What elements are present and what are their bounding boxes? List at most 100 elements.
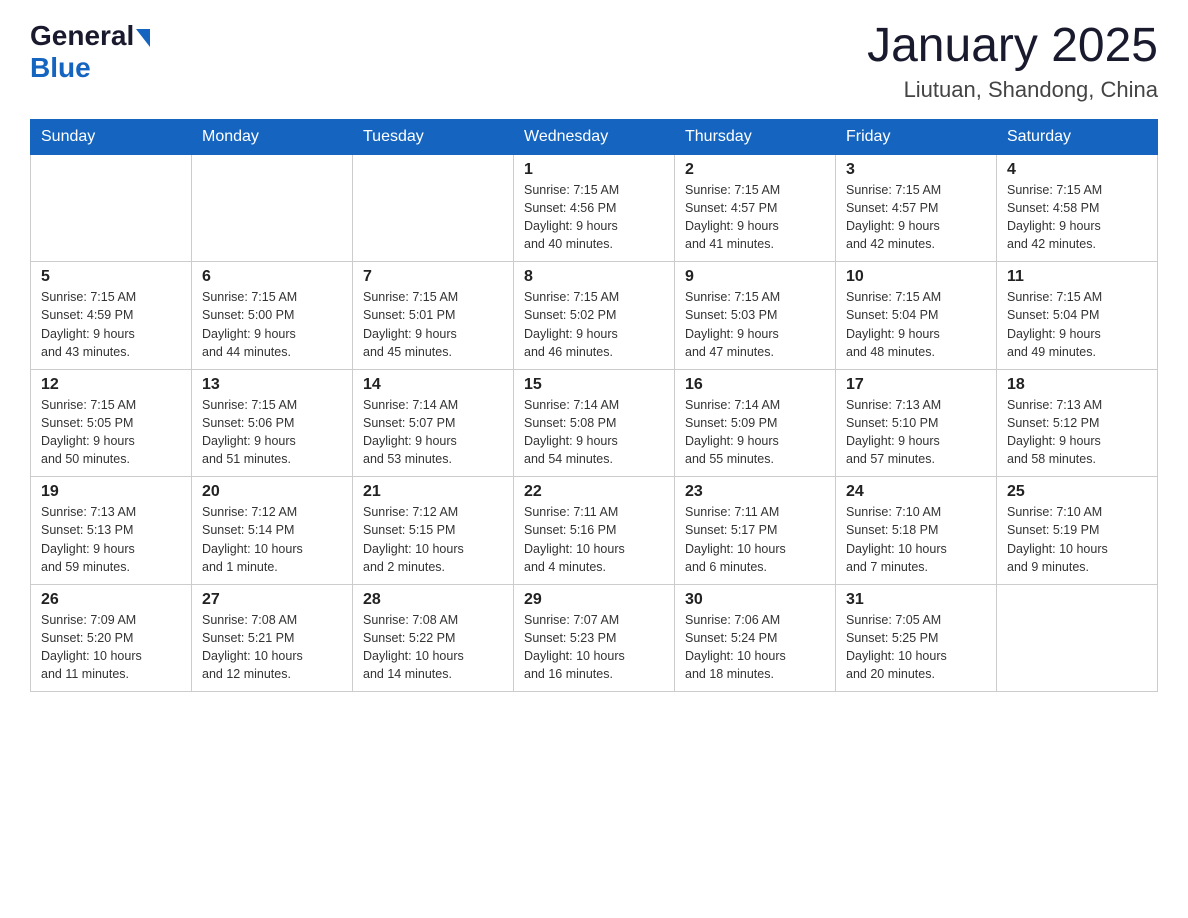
header-thursday: Thursday xyxy=(675,119,836,154)
day-cell: 26 Sunrise: 7:09 AMSunset: 5:20 PMDayligh… xyxy=(31,584,192,692)
day-cell: 16Sunrise: 7:14 AMSunset: 5:09 PMDayligh… xyxy=(675,369,836,477)
day-number: 12 xyxy=(41,376,181,394)
day-info: Sunrise: 7:10 AMSunset: 5:18 PMDaylight:… xyxy=(846,503,986,576)
day-cell: 30 Sunrise: 7:06 AMSunset: 5:24 PMDayligh… xyxy=(675,584,836,692)
day-cell: 12 Sunrise: 7:15 AMSunset: 5:05 PMDayligh… xyxy=(31,369,192,477)
day-cell: 13 Sunrise: 7:15 AMSunset: 5:06 PMDayligh… xyxy=(192,369,353,477)
day-info: Sunrise: 7:15 AMSunset: 4:57 PMDaylight:… xyxy=(846,181,986,254)
title-section: January 2025 Liutuan, Shandong, China xyxy=(867,20,1158,103)
day-cell xyxy=(353,154,514,262)
header-tuesday: Tuesday xyxy=(353,119,514,154)
day-info: Sunrise: 7:15 AMSunset: 5:03 PMDaylight:… xyxy=(685,288,825,361)
day-info: Sunrise: 7:15 AMSunset: 5:02 PMDaylight:… xyxy=(524,288,664,361)
day-cell: 4 Sunrise: 7:15 AMSunset: 4:58 PMDaylight… xyxy=(997,154,1158,262)
day-info: Sunrise: 7:15 AMSunset: 4:58 PMDaylight:… xyxy=(1007,181,1147,254)
day-info: Sunrise: 7:15 AMSunset: 4:57 PMDaylight:… xyxy=(685,181,825,254)
day-cell: 22Sunrise: 7:11 AMSunset: 5:16 PMDayligh… xyxy=(514,477,675,585)
day-cell: 14 Sunrise: 7:14 AMSunset: 5:07 PMDayligh… xyxy=(353,369,514,477)
day-cell: 31 Sunrise: 7:05 AMSunset: 5:25 PMDayligh… xyxy=(836,584,997,692)
day-number: 17 xyxy=(846,376,986,394)
day-cell: 27 Sunrise: 7:08 AMSunset: 5:21 PMDayligh… xyxy=(192,584,353,692)
day-number: 23 xyxy=(685,483,825,501)
day-number: 15 xyxy=(524,376,664,394)
day-cell: 18 Sunrise: 7:13 AMSunset: 5:12 PMDayligh… xyxy=(997,369,1158,477)
week-row-5: 26 Sunrise: 7:09 AMSunset: 5:20 PMDayligh… xyxy=(31,584,1158,692)
page-header: General Blue January 2025 Liutuan, Shand… xyxy=(30,20,1158,103)
month-title: January 2025 xyxy=(867,20,1158,73)
day-number: 22 xyxy=(524,483,664,501)
logo-general-text: General xyxy=(30,20,134,52)
day-info: Sunrise: 7:08 AMSunset: 5:22 PMDaylight:… xyxy=(363,611,503,684)
day-number: 6 xyxy=(202,268,342,286)
header-saturday: Saturday xyxy=(997,119,1158,154)
day-cell: 9 Sunrise: 7:15 AMSunset: 5:03 PMDaylight… xyxy=(675,262,836,370)
day-number: 19 xyxy=(41,483,181,501)
logo-arrow-icon xyxy=(136,29,150,47)
calendar-table: SundayMondayTuesdayWednesdayThursdayFrid… xyxy=(30,119,1158,693)
day-number: 1 xyxy=(524,161,664,179)
day-info: Sunrise: 7:12 AMSunset: 5:14 PMDaylight:… xyxy=(202,503,342,576)
header-friday: Friday xyxy=(836,119,997,154)
day-cell: 11 Sunrise: 7:15 AMSunset: 5:04 PMDayligh… xyxy=(997,262,1158,370)
day-info: Sunrise: 7:15 AMSunset: 5:04 PMDaylight:… xyxy=(846,288,986,361)
day-number: 13 xyxy=(202,376,342,394)
day-info: Sunrise: 7:13 AMSunset: 5:12 PMDaylight:… xyxy=(1007,396,1147,469)
day-number: 3 xyxy=(846,161,986,179)
day-cell: 1 Sunrise: 7:15 AMSunset: 4:56 PMDaylight… xyxy=(514,154,675,262)
day-number: 4 xyxy=(1007,161,1147,179)
day-info: Sunrise: 7:15 AMSunset: 4:59 PMDaylight:… xyxy=(41,288,181,361)
header-sunday: Sunday xyxy=(31,119,192,154)
logo: General Blue xyxy=(30,20,150,84)
day-number: 2 xyxy=(685,161,825,179)
day-cell xyxy=(31,154,192,262)
week-row-2: 5Sunrise: 7:15 AMSunset: 4:59 PMDaylight… xyxy=(31,262,1158,370)
day-info: Sunrise: 7:15 AMSunset: 5:05 PMDaylight:… xyxy=(41,396,181,469)
day-number: 30 xyxy=(685,591,825,609)
day-info: Sunrise: 7:15 AMSunset: 5:00 PMDaylight:… xyxy=(202,288,342,361)
day-cell xyxy=(997,584,1158,692)
day-cell: 28 Sunrise: 7:08 AMSunset: 5:22 PMDayligh… xyxy=(353,584,514,692)
day-number: 11 xyxy=(1007,268,1147,286)
day-number: 31 xyxy=(846,591,986,609)
day-info: Sunrise: 7:15 AMSunset: 5:04 PMDaylight:… xyxy=(1007,288,1147,361)
week-row-4: 19Sunrise: 7:13 AMSunset: 5:13 PMDayligh… xyxy=(31,477,1158,585)
day-cell: 15Sunrise: 7:14 AMSunset: 5:08 PMDayligh… xyxy=(514,369,675,477)
day-cell: 23 Sunrise: 7:11 AMSunset: 5:17 PMDayligh… xyxy=(675,477,836,585)
day-number: 26 xyxy=(41,591,181,609)
day-cell: 2 Sunrise: 7:15 AMSunset: 4:57 PMDaylight… xyxy=(675,154,836,262)
day-number: 8 xyxy=(524,268,664,286)
day-cell: 8 Sunrise: 7:15 AMSunset: 5:02 PMDaylight… xyxy=(514,262,675,370)
day-cell: 7Sunrise: 7:15 AMSunset: 5:01 PMDaylight… xyxy=(353,262,514,370)
day-cell: 24 Sunrise: 7:10 AMSunset: 5:18 PMDayligh… xyxy=(836,477,997,585)
day-info: Sunrise: 7:13 AMSunset: 5:10 PMDaylight:… xyxy=(846,396,986,469)
day-number: 18 xyxy=(1007,376,1147,394)
day-info: Sunrise: 7:12 AMSunset: 5:15 PMDaylight:… xyxy=(363,503,503,576)
day-number: 27 xyxy=(202,591,342,609)
day-cell: 5Sunrise: 7:15 AMSunset: 4:59 PMDaylight… xyxy=(31,262,192,370)
day-cell: 21Sunrise: 7:12 AMSunset: 5:15 PMDayligh… xyxy=(353,477,514,585)
day-cell: 17 Sunrise: 7:13 AMSunset: 5:10 PMDayligh… xyxy=(836,369,997,477)
day-info: Sunrise: 7:15 AMSunset: 4:56 PMDaylight:… xyxy=(524,181,664,254)
week-row-3: 12 Sunrise: 7:15 AMSunset: 5:05 PMDayligh… xyxy=(31,369,1158,477)
week-row-1: 1 Sunrise: 7:15 AMSunset: 4:56 PMDaylight… xyxy=(31,154,1158,262)
day-number: 20 xyxy=(202,483,342,501)
day-info: Sunrise: 7:14 AMSunset: 5:07 PMDaylight:… xyxy=(363,396,503,469)
day-cell: 20 Sunrise: 7:12 AMSunset: 5:14 PMDayligh… xyxy=(192,477,353,585)
day-number: 28 xyxy=(363,591,503,609)
day-cell: 3 Sunrise: 7:15 AMSunset: 4:57 PMDaylight… xyxy=(836,154,997,262)
day-info: Sunrise: 7:06 AMSunset: 5:24 PMDaylight:… xyxy=(685,611,825,684)
day-info: Sunrise: 7:07 AMSunset: 5:23 PMDaylight:… xyxy=(524,611,664,684)
day-info: Sunrise: 7:15 AMSunset: 5:06 PMDaylight:… xyxy=(202,396,342,469)
day-info: Sunrise: 7:10 AMSunset: 5:19 PMDaylight:… xyxy=(1007,503,1147,576)
day-number: 24 xyxy=(846,483,986,501)
day-info: Sunrise: 7:08 AMSunset: 5:21 PMDaylight:… xyxy=(202,611,342,684)
day-cell: 29Sunrise: 7:07 AMSunset: 5:23 PMDayligh… xyxy=(514,584,675,692)
day-number: 9 xyxy=(685,268,825,286)
day-number: 14 xyxy=(363,376,503,394)
logo-blue-text: Blue xyxy=(30,52,150,84)
day-number: 25 xyxy=(1007,483,1147,501)
day-info: Sunrise: 7:09 AMSunset: 5:20 PMDaylight:… xyxy=(41,611,181,684)
day-info: Sunrise: 7:05 AMSunset: 5:25 PMDaylight:… xyxy=(846,611,986,684)
location-title: Liutuan, Shandong, China xyxy=(867,77,1158,103)
day-info: Sunrise: 7:11 AMSunset: 5:17 PMDaylight:… xyxy=(685,503,825,576)
